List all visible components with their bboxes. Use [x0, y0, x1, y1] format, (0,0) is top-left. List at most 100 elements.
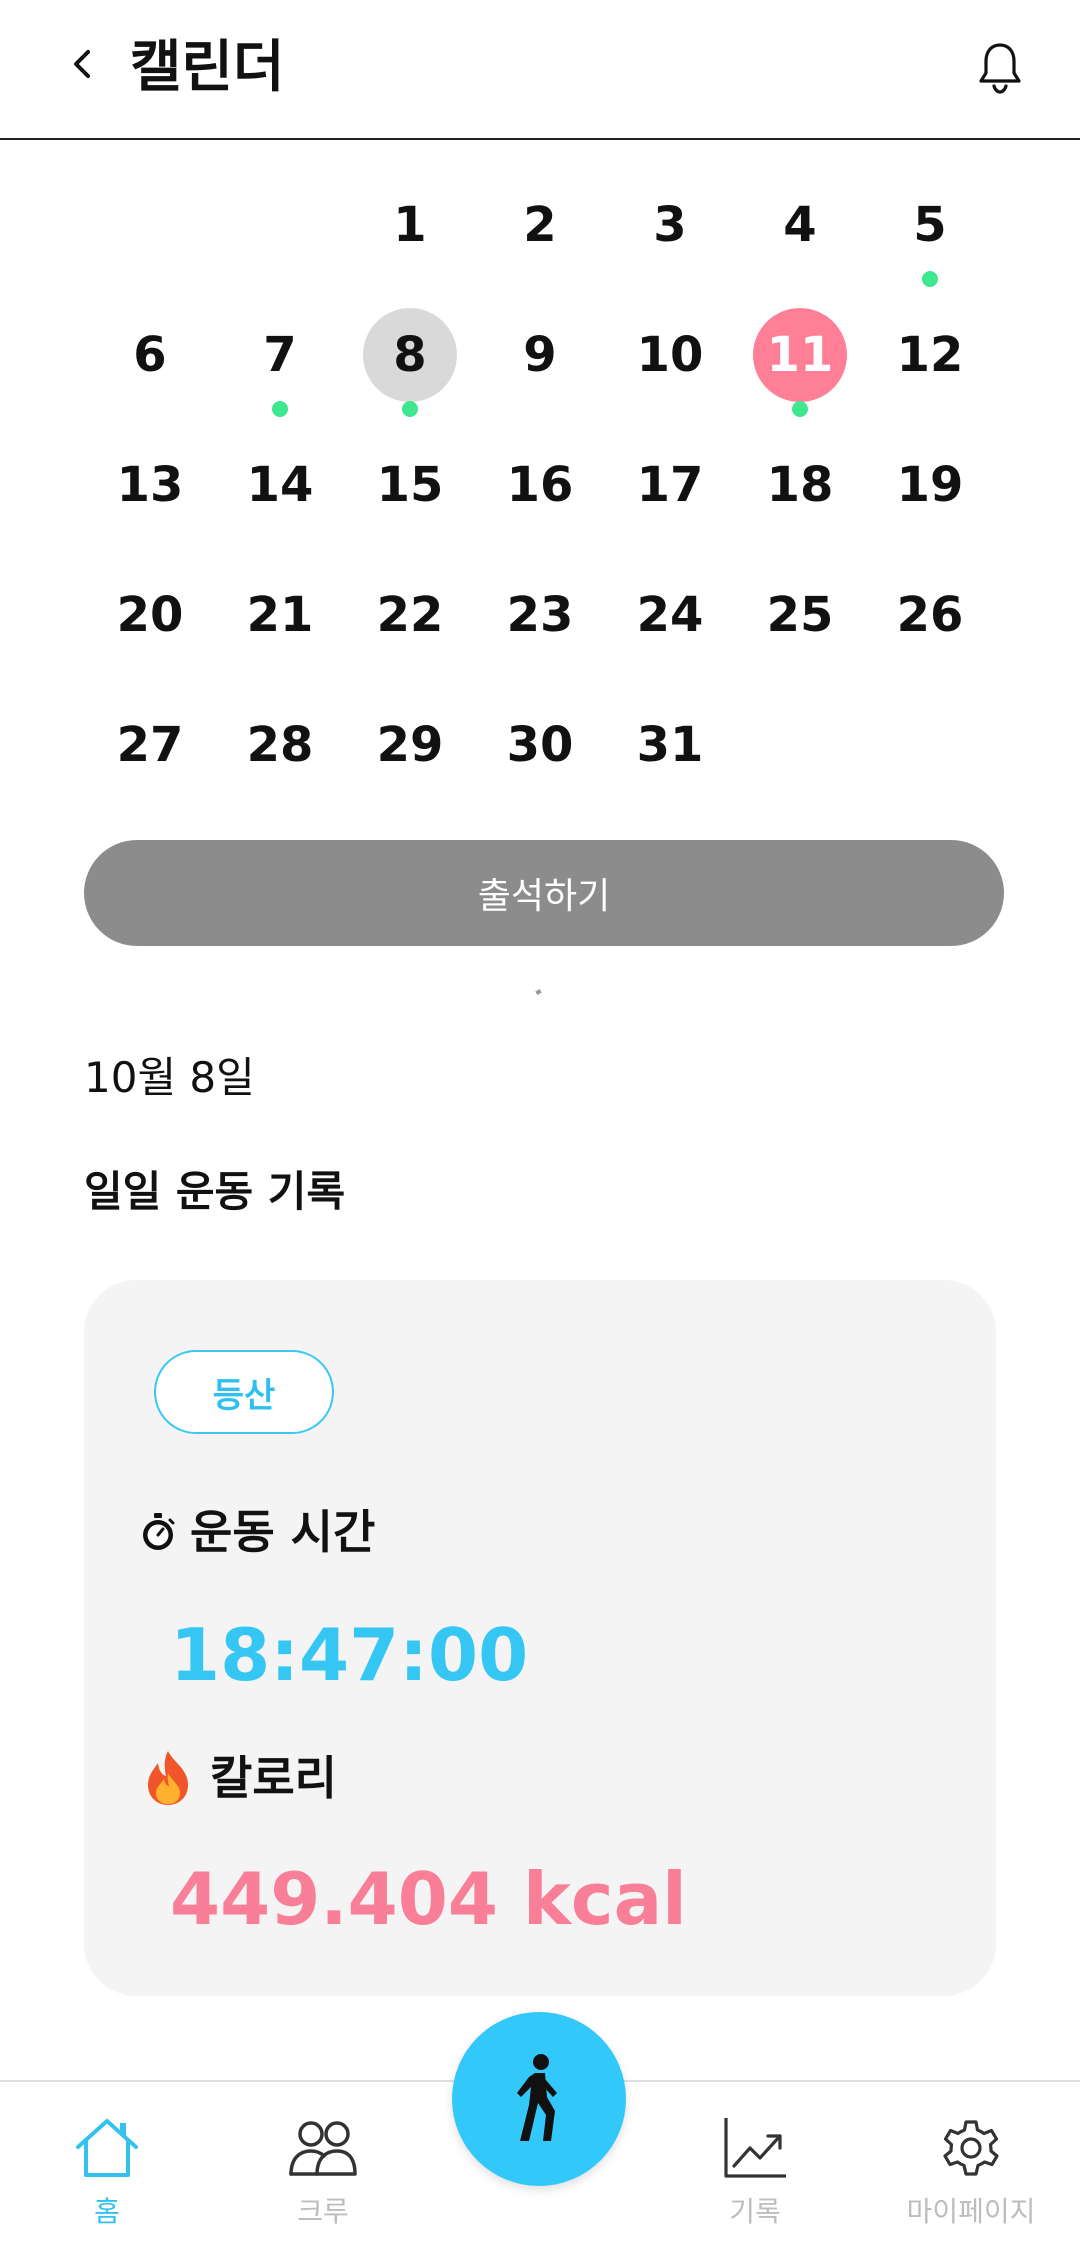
activity-dot: [922, 271, 938, 287]
nav-label-mypage: 마이페이지: [906, 2195, 1036, 2228]
calendar-day-number: 9: [523, 327, 557, 383]
calendar-day-6[interactable]: 6: [85, 290, 215, 420]
back-button[interactable]: [52, 34, 112, 94]
calorie-value: 449.404 kcal: [170, 1857, 687, 1941]
start-exercise-button[interactable]: [452, 2012, 626, 2186]
nav-item-home[interactable]: 홈: [32, 2110, 182, 2240]
exercise-time-value: 18:47:00: [170, 1613, 529, 1697]
calendar-day-29[interactable]: 29: [345, 680, 475, 810]
calendar-day-22[interactable]: 22: [345, 550, 475, 680]
calendar-day-number: 3: [653, 197, 687, 253]
activity-dot: [792, 401, 808, 417]
nav-label-record: 기록: [729, 2195, 781, 2228]
calendar-day-number: 30: [506, 717, 574, 773]
calendar-day-3[interactable]: 3: [605, 160, 735, 290]
chart-line-icon: [715, 2110, 795, 2186]
nav-label-home: 홈: [94, 2195, 120, 2228]
calendar-day-13[interactable]: 13: [85, 420, 215, 550]
calendar-day-21[interactable]: 21: [215, 550, 345, 680]
calendar-day-7[interactable]: 7: [215, 290, 345, 420]
calendar-day-number: 2: [523, 197, 557, 253]
decorative-mark: [535, 989, 542, 995]
calendar-day-1[interactable]: 1: [345, 160, 475, 290]
calendar-day-14[interactable]: 14: [215, 420, 345, 550]
fire-icon: [140, 1749, 196, 1807]
calendar-day-number: 29: [376, 717, 444, 773]
nav-label-crew: 크루: [297, 2195, 349, 2228]
calendar-day-31[interactable]: 31: [605, 680, 735, 810]
calendar-day-27[interactable]: 27: [85, 680, 215, 810]
calendar-day-number: 13: [116, 457, 184, 513]
calendar-day-11[interactable]: 11: [735, 290, 865, 420]
calendar-screen: 캘린더 1 2 3 4 5 6 7 8 9 10 11 12 13 14 15 16 17 18 19 20 21 22 2…: [0, 0, 1080, 2250]
nav-item-crew[interactable]: 크루: [248, 2110, 398, 2240]
calendar-month: 1 2 3 4 5 6 7 8 9 10 11 12 13 14 15 16 17 18 19 20 21 22 23 24 2…: [85, 160, 995, 810]
nav-item-record[interactable]: 기록: [680, 2110, 830, 2240]
calendar-day-number: 6: [133, 327, 167, 383]
nav-item-mypage[interactable]: 마이페이지: [896, 2110, 1046, 2240]
notification-button[interactable]: [970, 36, 1030, 100]
calendar-day-15[interactable]: 15: [345, 420, 475, 550]
gear-icon: [931, 2110, 1011, 2186]
page-title: 캘린더: [130, 35, 285, 100]
calendar-day-number: 21: [246, 587, 314, 643]
calendar-day-10[interactable]: 10: [605, 290, 735, 420]
exercise-record-card: 등산 운동 시간 18:47:00 칼로리 449.404 kcal: [84, 1280, 996, 1996]
calendar-day-number: 23: [506, 587, 574, 643]
walking-person-icon: [517, 2054, 557, 2141]
calendar-day-25[interactable]: 25: [735, 550, 865, 680]
calorie-label: 칼로리: [140, 1746, 337, 1810]
home-icon: [67, 2110, 147, 2186]
calendar-day-number: 12: [896, 327, 964, 383]
people-icon: [283, 2110, 363, 2186]
activity-dot: [402, 401, 418, 417]
calendar-day-number: 31: [636, 717, 704, 773]
calendar-day-18[interactable]: 18: [735, 420, 865, 550]
calendar-blank-cell: [85, 160, 215, 290]
calendar-day-number: 28: [246, 717, 314, 773]
calendar-day-number: 25: [766, 587, 834, 643]
calendar-day-number: 15: [376, 457, 444, 513]
calendar-day-number: 27: [116, 717, 184, 773]
calendar-day-28[interactable]: 28: [215, 680, 345, 810]
calendar-day-number: 14: [246, 457, 314, 513]
calendar-day-19[interactable]: 19: [865, 420, 995, 550]
calendar-day-24[interactable]: 24: [605, 550, 735, 680]
calorie-label-text: 칼로리: [210, 1751, 337, 1805]
exercise-time-label: 운동 시간: [140, 1500, 375, 1564]
calendar-day-number: 18: [766, 457, 834, 513]
bell-icon: [979, 43, 1021, 94]
selected-date: 10월 8일: [84, 1053, 255, 1102]
calendar-day-2[interactable]: 2: [475, 160, 605, 290]
exercise-type-tag[interactable]: 등산: [154, 1350, 334, 1434]
calendar-day-number: 24: [636, 587, 704, 643]
calendar-day-number: 20: [116, 587, 184, 643]
attend-button[interactable]: 출석하기: [84, 840, 1004, 946]
chevron-left-icon: [74, 50, 90, 78]
calendar-day-9[interactable]: 9: [475, 290, 605, 420]
calendar-day-23[interactable]: 23: [475, 550, 605, 680]
calendar-day-20[interactable]: 20: [85, 550, 215, 680]
app-header: 캘린더: [0, 0, 1080, 140]
calendar-blank-cell: [215, 160, 345, 290]
calendar-day-number: 1: [393, 197, 427, 253]
calendar-day-5[interactable]: 5: [865, 160, 995, 290]
calendar-day-number: 26: [896, 587, 964, 643]
calendar-day-number: 10: [636, 327, 704, 383]
calendar-day-8[interactable]: 8: [345, 290, 475, 420]
calendar-day-number: 19: [896, 457, 964, 513]
calendar-day-4[interactable]: 4: [735, 160, 865, 290]
stopwatch-icon: [140, 1512, 176, 1552]
calendar-day-16[interactable]: 16: [475, 420, 605, 550]
calendar-day-12[interactable]: 12: [865, 290, 995, 420]
calendar-grid: 1 2 3 4 5 6 7 8 9 10 11 12 13 14 15 16 17 18 19 20 21 22 23 24 2…: [85, 160, 995, 810]
calendar-day-17[interactable]: 17: [605, 420, 735, 550]
time-label-text: 운동 시간: [190, 1505, 376, 1559]
section-title: 일일 운동 기록: [84, 1167, 346, 1216]
calendar-day-30[interactable]: 30: [475, 680, 605, 810]
calendar-day-number: 16: [506, 457, 574, 513]
activity-dot: [272, 401, 288, 417]
calendar-day-number: 4: [783, 197, 817, 253]
calendar-day-26[interactable]: 26: [865, 550, 995, 680]
calendar-day-number: 17: [636, 457, 704, 513]
